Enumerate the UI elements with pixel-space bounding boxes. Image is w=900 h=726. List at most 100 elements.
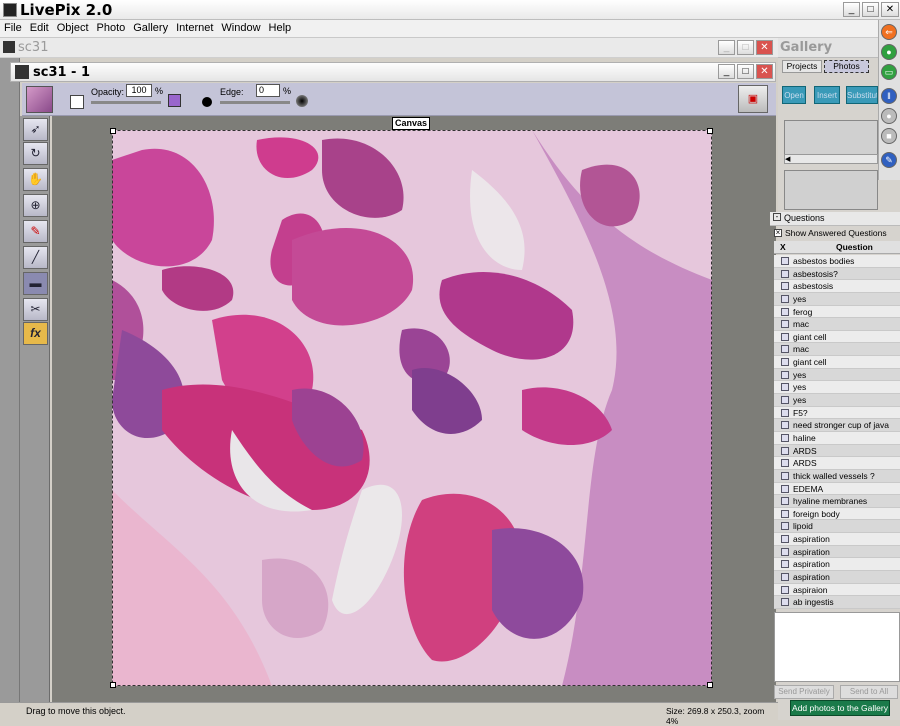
menu-window[interactable]: Window (217, 20, 264, 34)
question-row[interactable]: need stronger cup of java (774, 419, 900, 432)
resize-handle-tr[interactable] (707, 128, 713, 134)
hard-edge-icon[interactable] (202, 97, 212, 107)
menu-edit[interactable]: Edit (26, 20, 53, 34)
maximize-button[interactable]: □ (862, 2, 879, 17)
question-row[interactable]: aspiration (774, 533, 900, 546)
tab-projects[interactable]: Projects (782, 60, 822, 73)
collapse-icon[interactable]: - (773, 213, 781, 221)
question-row[interactable]: ARDS (774, 457, 900, 470)
edge-input[interactable]: 0 (256, 84, 280, 97)
question-row[interactable]: ferog (774, 305, 900, 319)
monitor-icon[interactable]: ▭ (881, 64, 897, 80)
trash-icon[interactable] (781, 446, 789, 455)
trash-icon[interactable] (781, 471, 789, 480)
trash-icon[interactable] (781, 370, 789, 379)
menu-gallery[interactable]: Gallery (129, 20, 172, 34)
question-row[interactable]: mac (774, 343, 900, 357)
trash-icon[interactable] (781, 320, 789, 329)
question-row[interactable]: aspiraion (774, 583, 900, 597)
trash-icon[interactable] (781, 269, 789, 278)
question-row[interactable]: aspiration (774, 571, 900, 584)
trash-icon[interactable] (781, 433, 789, 442)
microphone-icon[interactable]: ● (881, 44, 897, 60)
question-row[interactable]: asbestosis (774, 280, 900, 293)
soft-edge-icon[interactable] (296, 95, 308, 107)
trash-icon[interactable] (781, 345, 789, 354)
trash-icon[interactable] (781, 459, 789, 468)
add-photos-button[interactable]: Add photos to the Gallery (790, 700, 890, 716)
opacity-slider[interactable] (91, 101, 161, 104)
photo-image[interactable] (112, 130, 712, 686)
camera-icon[interactable]: ▣ (738, 85, 768, 113)
question-row[interactable]: aspiration (774, 545, 900, 559)
rotate-icon[interactable]: ↻ (23, 142, 48, 165)
trash-icon[interactable] (781, 497, 789, 506)
trash-icon[interactable] (781, 573, 789, 582)
send-to-all-button[interactable]: Send to All (840, 685, 898, 699)
substitute-button[interactable]: Substitute (846, 86, 878, 104)
trash-icon[interactable] (781, 294, 789, 303)
pause-icon[interactable]: ‖ (881, 88, 897, 104)
trash-icon[interactable] (781, 522, 789, 531)
paint-icon[interactable]: ✎ (23, 220, 48, 243)
question-row[interactable]: giant cell (774, 330, 900, 344)
column-question[interactable]: Question (836, 242, 873, 252)
tab-photos[interactable]: Photos (824, 60, 869, 73)
question-row[interactable]: lipoid (774, 520, 900, 534)
doc-maximize-button[interactable]: □ (737, 40, 754, 55)
question-row[interactable]: hyaline membranes (774, 495, 900, 508)
trash-icon[interactable] (781, 332, 789, 341)
trash-icon[interactable] (781, 307, 789, 316)
pen-icon[interactable]: ✎ (881, 152, 897, 168)
resize-handle-bl[interactable] (110, 682, 116, 688)
stop-icon[interactable]: ■ (881, 128, 897, 144)
resize-handle-br[interactable] (707, 682, 713, 688)
menu-file[interactable]: File (0, 20, 26, 34)
edge-slider[interactable] (220, 101, 290, 104)
show-answered-checkbox[interactable]: × (774, 229, 782, 237)
question-row[interactable]: aspiration (774, 558, 900, 572)
opacity-input[interactable]: 100 (126, 84, 152, 97)
open-button[interactable]: Open (782, 86, 806, 104)
trash-icon[interactable] (781, 383, 789, 392)
inner-close-button[interactable]: ✕ (756, 64, 773, 79)
back-icon[interactable]: ⇐ (881, 24, 897, 40)
trash-icon[interactable] (781, 560, 789, 569)
insert-button[interactable]: Insert (814, 86, 840, 104)
inner-maximize-button[interactable]: □ (737, 64, 754, 79)
question-row[interactable]: yes (774, 381, 900, 395)
shape-icon[interactable]: ▬ (23, 272, 48, 295)
trash-icon[interactable] (781, 547, 789, 556)
resize-handle-tl[interactable] (110, 128, 116, 134)
question-row[interactable]: yes (774, 292, 900, 306)
gallery-scrollbar[interactable]: ◀ (784, 154, 878, 164)
trash-icon[interactable] (781, 585, 789, 594)
select-arrow-icon[interactable]: ➶ (23, 118, 48, 141)
zoom-icon[interactable]: ⊕ (23, 194, 48, 217)
color-swatch-icon[interactable] (168, 94, 181, 107)
trash-icon[interactable] (781, 396, 789, 405)
crop-icon[interactable]: ✂ (23, 298, 48, 321)
record-icon[interactable]: ● (881, 108, 897, 124)
effects-icon[interactable]: fx (23, 322, 48, 345)
menu-object[interactable]: Object (53, 20, 93, 34)
question-row[interactable]: thick walled vessels ? (774, 469, 900, 483)
trash-icon[interactable] (781, 421, 789, 430)
hand-icon[interactable]: ✋ (23, 168, 48, 191)
question-row[interactable]: giant cell (774, 356, 900, 369)
trash-icon[interactable] (781, 598, 789, 607)
question-row[interactable]: haline (774, 431, 900, 445)
doc-close-button[interactable]: ✕ (756, 40, 773, 55)
question-row[interactable]: asbestosis? (774, 267, 900, 281)
minimize-button[interactable]: _ (843, 2, 860, 17)
menu-internet[interactable]: Internet (172, 20, 217, 34)
line-icon[interactable]: ╱ (23, 246, 48, 269)
question-input-area[interactable] (774, 612, 900, 682)
trash-icon[interactable] (781, 408, 789, 417)
menu-help[interactable]: Help (265, 20, 296, 34)
question-row[interactable]: F5? (774, 406, 900, 420)
question-row[interactable]: ab ingestis (774, 596, 900, 609)
question-row[interactable]: EDEMA (774, 482, 900, 496)
trash-icon[interactable] (781, 358, 789, 367)
question-row[interactable]: ARDS (774, 444, 900, 458)
